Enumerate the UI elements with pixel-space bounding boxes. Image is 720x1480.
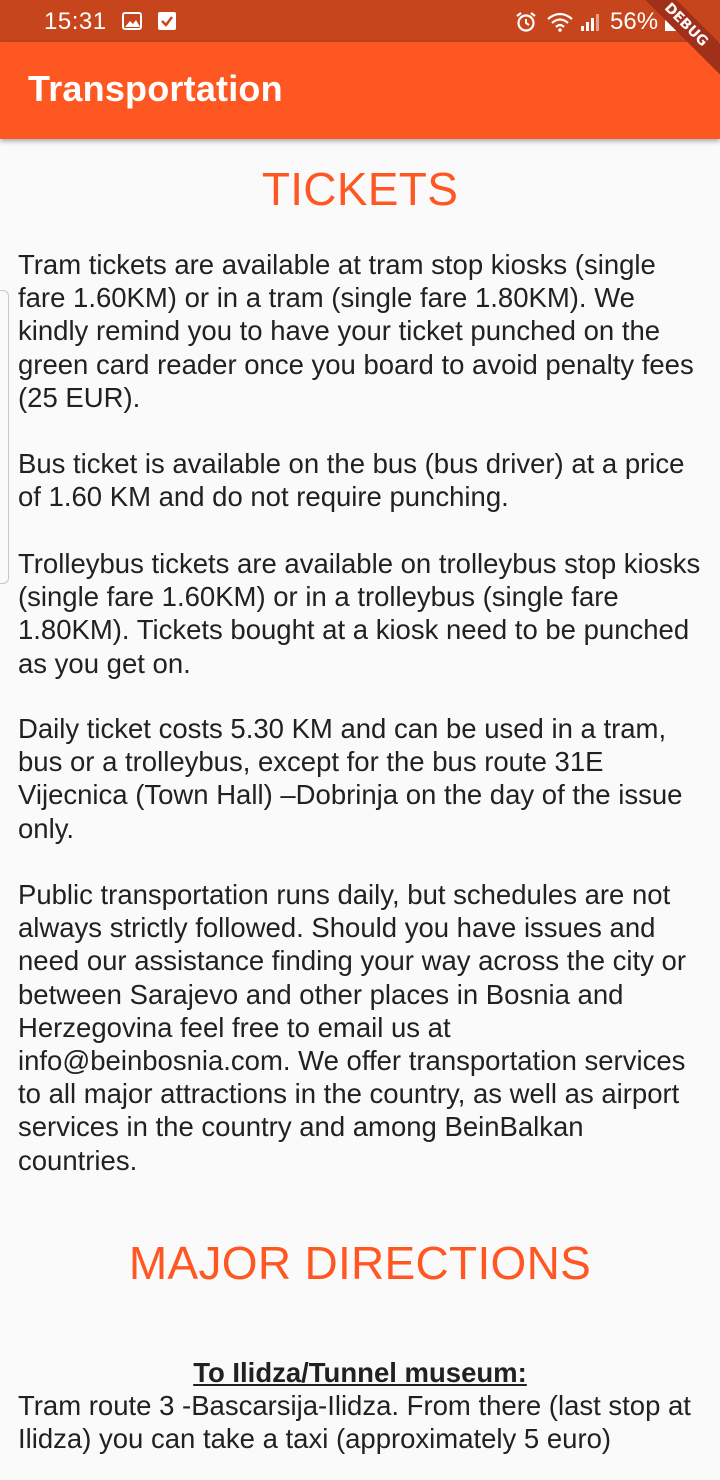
status-time: 15:31 (44, 8, 107, 35)
status-bar: 15:31 56% (0, 0, 720, 42)
major-directions-heading: MAJOR DIRECTIONS (128, 1237, 592, 1289)
page-title: Transportation (28, 68, 283, 109)
battery-percent: 56% (610, 8, 659, 35)
app-bar: Transportation (0, 42, 720, 139)
tickets-paragraph-tram: Tram tickets are available at tram stop … (18, 249, 694, 413)
overscroll-edge-indicator (0, 290, 9, 584)
direction-paragraph-ilidza: Tram route 3 -Bascarsija-Ilidza. From th… (18, 1390, 691, 1455)
scroll-content[interactable]: TICKETS Tram tickets are available at tr… (0, 140, 720, 1480)
signal-icon (580, 12, 602, 31)
image-icon (122, 12, 142, 30)
wifi-icon (546, 12, 574, 32)
check-box-icon (157, 12, 177, 30)
tickets-paragraph-trolleybus: Trolleybus tickets are available on trol… (18, 548, 701, 679)
alarm-icon (515, 12, 536, 32)
tickets-heading: TICKETS (261, 163, 459, 215)
tickets-paragraph-public-transport: Public transportation runs daily, but sc… (18, 879, 686, 1176)
direction-subheading-ilidza: To Ilidza/Tunnel museum: (193, 1357, 527, 1388)
tickets-paragraph-bus: Bus ticket is available on the bus (bus … (18, 448, 685, 513)
tickets-paragraph-daily: Daily ticket costs 5.30 KM and can be us… (18, 713, 683, 844)
